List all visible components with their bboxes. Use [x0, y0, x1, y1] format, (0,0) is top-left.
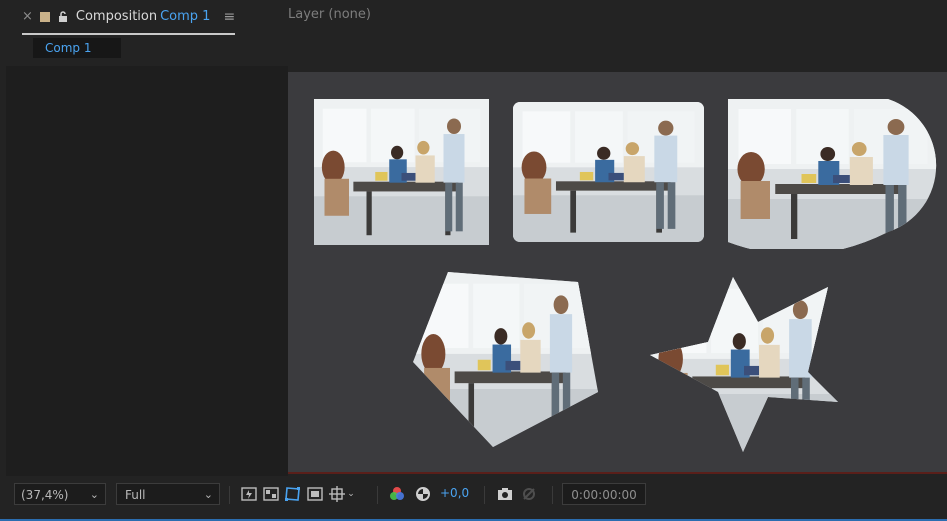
- magnification-value: (37,4%): [21, 488, 69, 502]
- photo-pentagon[interactable]: [413, 272, 598, 448]
- composition-tab[interactable]: × Composition Comp 1 ≡: [22, 0, 236, 35]
- viewer-canvas: [314, 99, 938, 453]
- chevron-down-icon: ⌄: [203, 488, 213, 501]
- grid-guides-icon[interactable]: [328, 486, 346, 502]
- magnification-dropdown[interactable]: (37,4%) ⌄: [14, 483, 106, 505]
- photo-rounded-rectangle[interactable]: [513, 102, 704, 242]
- panel-menu-icon[interactable]: ≡: [223, 9, 235, 25]
- separator: [377, 486, 378, 504]
- label-color-swatch[interactable]: [39, 11, 50, 22]
- photo-rectangle[interactable]: [314, 99, 489, 245]
- region-of-interest-icon[interactable]: [306, 486, 324, 502]
- tab-comp-name: Comp 1: [160, 9, 211, 24]
- reset-exposure-icon[interactable]: [414, 486, 432, 502]
- tab-title: Composition: [75, 9, 158, 24]
- photo-ellipse-shape[interactable]: [728, 99, 938, 249]
- resolution-dropdown[interactable]: Full ⌄: [116, 483, 220, 505]
- panel-tab-bar: × Composition Comp 1 ≡ Layer (none): [0, 0, 947, 35]
- transparency-grid-icon[interactable]: [262, 486, 280, 502]
- show-snapshot-icon: [520, 486, 538, 502]
- separator: [552, 486, 553, 504]
- composition-viewer[interactable]: [288, 72, 947, 472]
- chevron-down-icon[interactable]: ⌄: [346, 486, 356, 502]
- viewer-footer-toolbar: (37,4%) ⌄ Full ⌄ ⌄ +0,0 0:00:00:00: [0, 478, 947, 521]
- camera-snapshot-icon[interactable]: [496, 486, 514, 502]
- layer-tab[interactable]: Layer (none): [288, 7, 371, 22]
- fast-previews-icon[interactable]: [240, 486, 258, 502]
- mask-visibility-icon[interactable]: [284, 486, 302, 502]
- viewer-bottom-border: [288, 472, 947, 474]
- close-tab-icon[interactable]: ×: [22, 9, 33, 24]
- separator: [229, 486, 230, 504]
- comp-breadcrumb[interactable]: Comp 1: [33, 38, 121, 58]
- resolution-value: Full: [125, 488, 146, 502]
- separator: [484, 486, 485, 504]
- chevron-down-icon: ⌄: [89, 488, 99, 501]
- pasteboard-left: [6, 66, 288, 476]
- photo-star[interactable]: [650, 277, 838, 453]
- exposure-value[interactable]: +0,0: [440, 486, 469, 500]
- channels-rgb-icon[interactable]: [388, 486, 406, 502]
- current-time-display[interactable]: 0:00:00:00: [562, 483, 646, 505]
- lock-icon[interactable]: [57, 10, 69, 23]
